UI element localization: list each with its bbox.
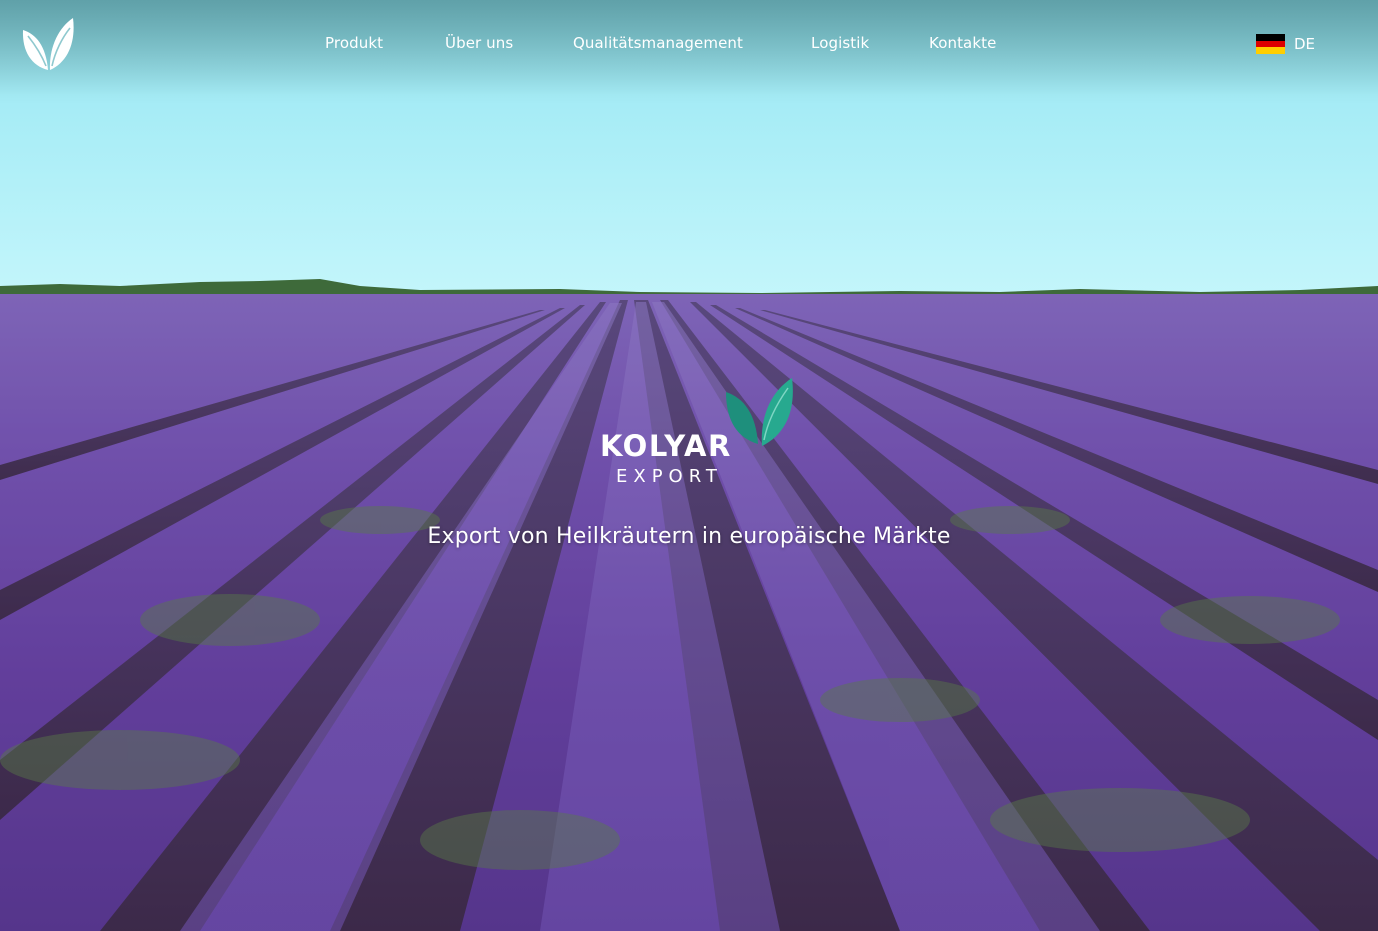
brand-logo: KOLYAR EXPORT: [600, 378, 800, 490]
nav-item-produkt[interactable]: Produkt: [325, 33, 383, 53]
german-flag-icon: [1256, 34, 1285, 55]
brand-name: KOLYAR: [600, 429, 732, 463]
language-switcher[interactable]: DE: [1256, 33, 1315, 55]
top-navbar: Produkt Über uns Qualitätsmanagement Log…: [0, 0, 1378, 95]
nav-item-ueber-uns[interactable]: Über uns: [445, 33, 513, 53]
nav-item-kontakte[interactable]: Kontakte: [929, 33, 996, 53]
main-navigation: Produkt Über uns Qualitätsmanagement Log…: [0, 33, 1378, 55]
hero-tagline: Export von Heilkräutern in europäische M…: [427, 524, 951, 549]
language-label: DE: [1294, 35, 1316, 53]
brand-subtitle: EXPORT: [616, 466, 723, 487]
nav-item-logistik[interactable]: Logistik: [811, 33, 869, 53]
nav-item-qualitaetsmanagement[interactable]: Qualitätsmanagement: [573, 33, 743, 53]
teal-leaf-icon: [726, 378, 793, 446]
